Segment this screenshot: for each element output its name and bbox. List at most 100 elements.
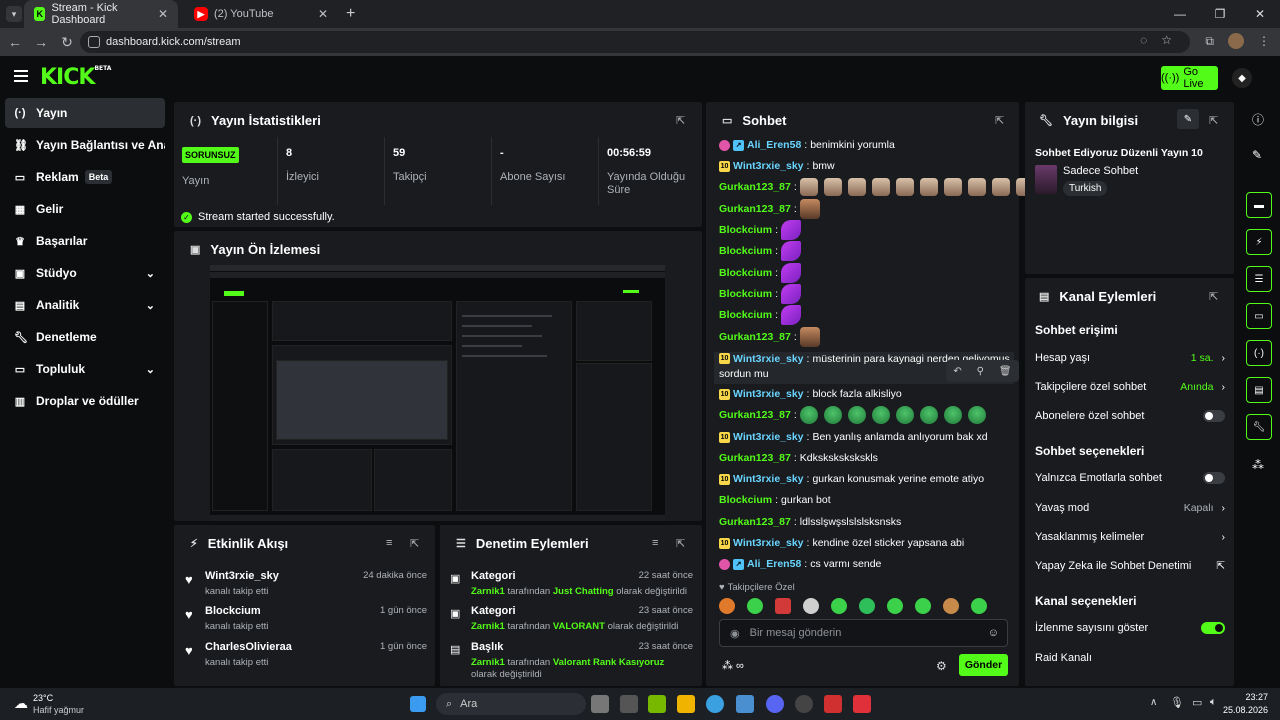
weather-icon[interactable]: ☁ bbox=[14, 695, 28, 712]
app-icon[interactable] bbox=[824, 695, 842, 713]
back-icon[interactable]: ← bbox=[2, 34, 28, 50]
subs-chat-toggle[interactable] bbox=[1203, 410, 1225, 422]
clock-time[interactable]: 23:27 bbox=[1228, 692, 1268, 702]
task-view-icon[interactable] bbox=[591, 695, 609, 713]
extensions-icon[interactable]: ⧉ bbox=[1205, 34, 1214, 49]
sidebar-item-studio[interactable]: ▣ Stüdyo ⌄ bbox=[5, 258, 165, 288]
info-icon[interactable]: ⓘ bbox=[1252, 111, 1264, 128]
folder-icon[interactable] bbox=[677, 695, 695, 713]
mic-icon[interactable]: 🎙︎ bbox=[1170, 696, 1184, 709]
sidebar-item-revenue[interactable]: ▦ Gelir bbox=[5, 194, 165, 224]
site-info-icon[interactable] bbox=[88, 36, 100, 48]
eye-off-icon[interactable]: ◌ bbox=[1140, 33, 1147, 47]
emote-icon[interactable] bbox=[887, 598, 903, 614]
ai-moderation-row[interactable]: Yapay Zeka ile Sohbet Denetimi ⇱ bbox=[1035, 560, 1225, 572]
raid-row[interactable]: Raid Kanalı bbox=[1035, 652, 1225, 664]
delete-icon[interactable]: 🗑︎ bbox=[999, 366, 1012, 377]
kick-logo[interactable]: KICKBETA bbox=[40, 65, 111, 90]
sidebar-item-moderation[interactable]: 🔧︎ Denetleme bbox=[5, 322, 165, 352]
sidebar-item-stream-key[interactable]: ⛓ Yayın Bağlantısı ve Anahtarı bbox=[5, 130, 165, 160]
send-button[interactable]: Gönder bbox=[959, 654, 1008, 676]
sidebar-item-ads[interactable]: ▭ Reklam Beta bbox=[5, 162, 165, 192]
filter-icon[interactable]: ≡ bbox=[386, 537, 392, 549]
kick-points-icon[interactable]: ⁂ ∞ bbox=[722, 659, 744, 672]
popout-icon[interactable]: ⇱ bbox=[676, 114, 685, 127]
rail-info-button[interactable]: 🔧︎ bbox=[1246, 414, 1272, 440]
browser-menu-icon[interactable]: ⋮ bbox=[1258, 34, 1270, 48]
user-avatar[interactable]: ◆ bbox=[1232, 68, 1252, 88]
restore-icon[interactable]: ❐ bbox=[1200, 0, 1240, 28]
close-tab-icon[interactable]: ✕ bbox=[158, 7, 168, 21]
windows-start-icon[interactable] bbox=[410, 696, 426, 712]
url-field[interactable]: dashboard.kick.com/stream bbox=[80, 31, 1190, 53]
emote-icon[interactable] bbox=[943, 598, 959, 614]
discord-icon[interactable] bbox=[766, 695, 784, 713]
gear-icon[interactable]: ⚙ bbox=[936, 659, 947, 673]
sidebar-item-drops[interactable]: ▥ Droplar ve ödüller bbox=[5, 386, 165, 416]
popout-icon[interactable]: ⇱ bbox=[995, 114, 1004, 127]
emote-icon[interactable] bbox=[859, 598, 875, 614]
emote-only-toggle[interactable] bbox=[1203, 472, 1225, 484]
show-viewers-toggle[interactable] bbox=[1201, 622, 1225, 634]
sidebar-item-yayin[interactable]: (·) Yayın bbox=[5, 98, 165, 128]
minimize-icon[interactable]: — bbox=[1160, 0, 1200, 28]
popout-icon[interactable]: ⇱ bbox=[1209, 290, 1218, 303]
reply-icon[interactable]: ↶ bbox=[953, 366, 961, 377]
pin-icon[interactable]: ⚲ bbox=[977, 366, 984, 377]
volume-icon[interactable]: 🔈︎ bbox=[1210, 696, 1217, 709]
popout-icon[interactable]: ⇱ bbox=[676, 537, 685, 550]
bookmark-star-icon[interactable]: ☆ bbox=[1161, 33, 1172, 47]
rail-channel-button[interactable]: ▤ bbox=[1246, 377, 1272, 403]
sidebar-item-community[interactable]: ▭ Topluluk ⌄ bbox=[5, 354, 165, 384]
go-live-button[interactable]: ((·)) Go Live bbox=[1161, 66, 1218, 90]
tray-chevron-icon[interactable]: ∧ bbox=[1150, 697, 1157, 708]
banned-words-row[interactable]: Yasaklanmış kelimeler › bbox=[1035, 531, 1225, 543]
hamburger-menu-icon[interactable] bbox=[14, 70, 28, 85]
slow-mode-row[interactable]: Yavaş mod Kapalı › bbox=[1035, 502, 1225, 514]
rail-moderation-button[interactable]: ☰ bbox=[1246, 266, 1272, 292]
rail-broadcast-button[interactable]: (·) bbox=[1246, 340, 1272, 366]
chrome-icon[interactable] bbox=[706, 695, 724, 713]
emote-icon[interactable] bbox=[915, 598, 931, 614]
popout-icon[interactable]: ⇱ bbox=[410, 537, 419, 550]
edit-icon[interactable]: ✎ bbox=[1177, 109, 1199, 129]
rail-chat-button[interactable]: ▭ bbox=[1246, 303, 1272, 329]
emote-icon[interactable] bbox=[831, 598, 847, 614]
profile-avatar[interactable] bbox=[1228, 33, 1244, 49]
new-tab-button[interactable]: + bbox=[346, 5, 355, 23]
reload-icon[interactable]: ↻ bbox=[54, 34, 80, 51]
close-window-icon[interactable]: ✕ bbox=[1240, 0, 1280, 28]
followers-chat-row[interactable]: Takipçilere özel sohbet Anında › bbox=[1035, 381, 1225, 393]
sidebar-item-achievements[interactable]: ♛ Başarılar bbox=[5, 226, 165, 256]
tab-search-icon[interactable]: ▾ bbox=[6, 6, 22, 22]
app-icon[interactable] bbox=[620, 695, 638, 713]
rail-activity-button[interactable]: ⚡︎ bbox=[1246, 229, 1272, 255]
forward-icon[interactable]: → bbox=[28, 34, 54, 50]
rail-stats-button[interactable]: ▬ bbox=[1246, 192, 1272, 218]
emote-icon[interactable] bbox=[747, 598, 763, 614]
nvidia-icon[interactable] bbox=[648, 695, 666, 713]
tab-kick-dashboard[interactable]: K Stream - Kick Dashboard ✕ bbox=[24, 0, 178, 28]
steam-icon[interactable] bbox=[795, 695, 813, 713]
account-age-row[interactable]: Hesap yaşı 1 sa. › bbox=[1035, 352, 1225, 364]
popout-icon[interactable]: ⇱ bbox=[1209, 114, 1218, 127]
chat-input[interactable]: ◉ Bir mesaj gönderin ☺ bbox=[719, 619, 1008, 647]
emote-icon[interactable] bbox=[775, 598, 791, 614]
taskbar-search[interactable]: ⌕ Ara bbox=[436, 693, 586, 715]
app-icon[interactable] bbox=[736, 695, 754, 713]
tab-youtube[interactable]: ▶ (2) YouTube ✕ bbox=[184, 0, 338, 28]
valorant-icon[interactable] bbox=[853, 695, 871, 713]
network-icon[interactable]: ▭ bbox=[1192, 696, 1202, 709]
stream-preview[interactable] bbox=[210, 265, 665, 521]
emoji-icon[interactable]: ☺ bbox=[988, 627, 999, 639]
pencil-icon[interactable]: ✎ bbox=[1252, 148, 1262, 162]
emote-icon[interactable] bbox=[803, 598, 819, 614]
close-tab-icon[interactable]: ✕ bbox=[318, 7, 328, 21]
link-icon: ⛓ bbox=[14, 139, 28, 152]
filter-icon[interactable]: ≡ bbox=[652, 537, 658, 549]
sidebar-item-analytics[interactable]: ▤ Analitik ⌄ bbox=[5, 290, 165, 320]
emote-icon[interactable] bbox=[971, 598, 987, 614]
clock-date[interactable]: 25.08.2026 bbox=[1220, 705, 1268, 715]
points-icon[interactable]: ⁂ bbox=[1252, 458, 1264, 472]
emote-icon[interactable] bbox=[719, 598, 735, 614]
